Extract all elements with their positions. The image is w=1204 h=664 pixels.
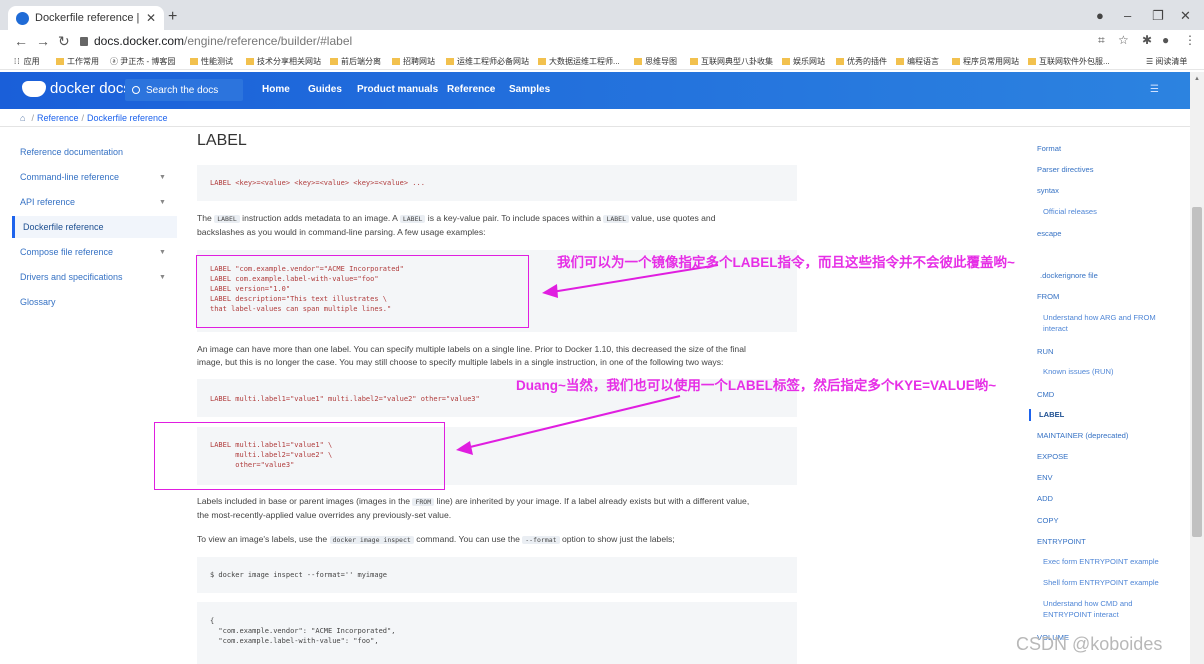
toc-item[interactable]: EXPOSE bbox=[1037, 451, 1068, 462]
toc-item[interactable]: ENTRYPOINT bbox=[1037, 536, 1086, 547]
toc-item[interactable]: ADD bbox=[1037, 493, 1053, 504]
toc-item[interactable]: RUN bbox=[1037, 346, 1053, 357]
annotation-note-1: 我们可以为一个镜像指定多个LABEL指令，而且这些指令并不会彼此覆盖哟~ bbox=[557, 255, 1015, 270]
toc-item[interactable]: ENV bbox=[1037, 472, 1053, 483]
toc-item[interactable]: COPY bbox=[1037, 515, 1059, 526]
toc-item[interactable]: syntax bbox=[1037, 185, 1059, 196]
toc-subitem[interactable]: Known issues (RUN) bbox=[1043, 366, 1113, 377]
annotation-note-2: Duang~当然，我们也可以使用一个LABEL标签，然后指定多个KYE=VALU… bbox=[516, 378, 997, 393]
toc-item[interactable]: Format bbox=[1037, 143, 1061, 154]
scrollbar-thumb[interactable] bbox=[1192, 207, 1202, 537]
toc-item[interactable]: FROM bbox=[1037, 291, 1059, 302]
toc-subitem[interactable]: interact bbox=[1043, 323, 1068, 334]
toc-subitem[interactable]: Understand how ARG and FROM bbox=[1043, 312, 1156, 323]
toc-item[interactable]: .dockerignore file bbox=[1040, 270, 1098, 281]
toc-item[interactable]: Parser directives bbox=[1037, 164, 1094, 175]
arrow-line-2 bbox=[465, 395, 681, 449]
toc-subitem[interactable]: Shell form ENTRYPOINT example bbox=[1043, 577, 1159, 588]
toc-subitem[interactable]: ENTRYPOINT interact bbox=[1043, 609, 1119, 620]
annotation-arrows bbox=[456, 264, 719, 455]
arrow-head-2 bbox=[456, 441, 473, 455]
toc-item-active[interactable]: LABEL bbox=[1039, 409, 1064, 420]
toc-subitem[interactable]: Official releases bbox=[1043, 206, 1097, 217]
toc-subitem[interactable]: Exec form ENTRYPOINT example bbox=[1043, 556, 1159, 567]
toc-subitem[interactable]: Understand how CMD and bbox=[1043, 598, 1132, 609]
toc-item[interactable]: escape bbox=[1037, 228, 1062, 239]
scroll-up-arrow-icon[interactable]: ▲ bbox=[1194, 76, 1200, 82]
toc-item[interactable]: MAINTAINER (deprecated) bbox=[1037, 430, 1128, 441]
toc-item[interactable]: CMD bbox=[1037, 389, 1054, 400]
arrow-head-1 bbox=[542, 284, 558, 298]
toc-active-indicator bbox=[1029, 409, 1031, 421]
watermark: CSDN @koboides bbox=[1016, 634, 1163, 654]
